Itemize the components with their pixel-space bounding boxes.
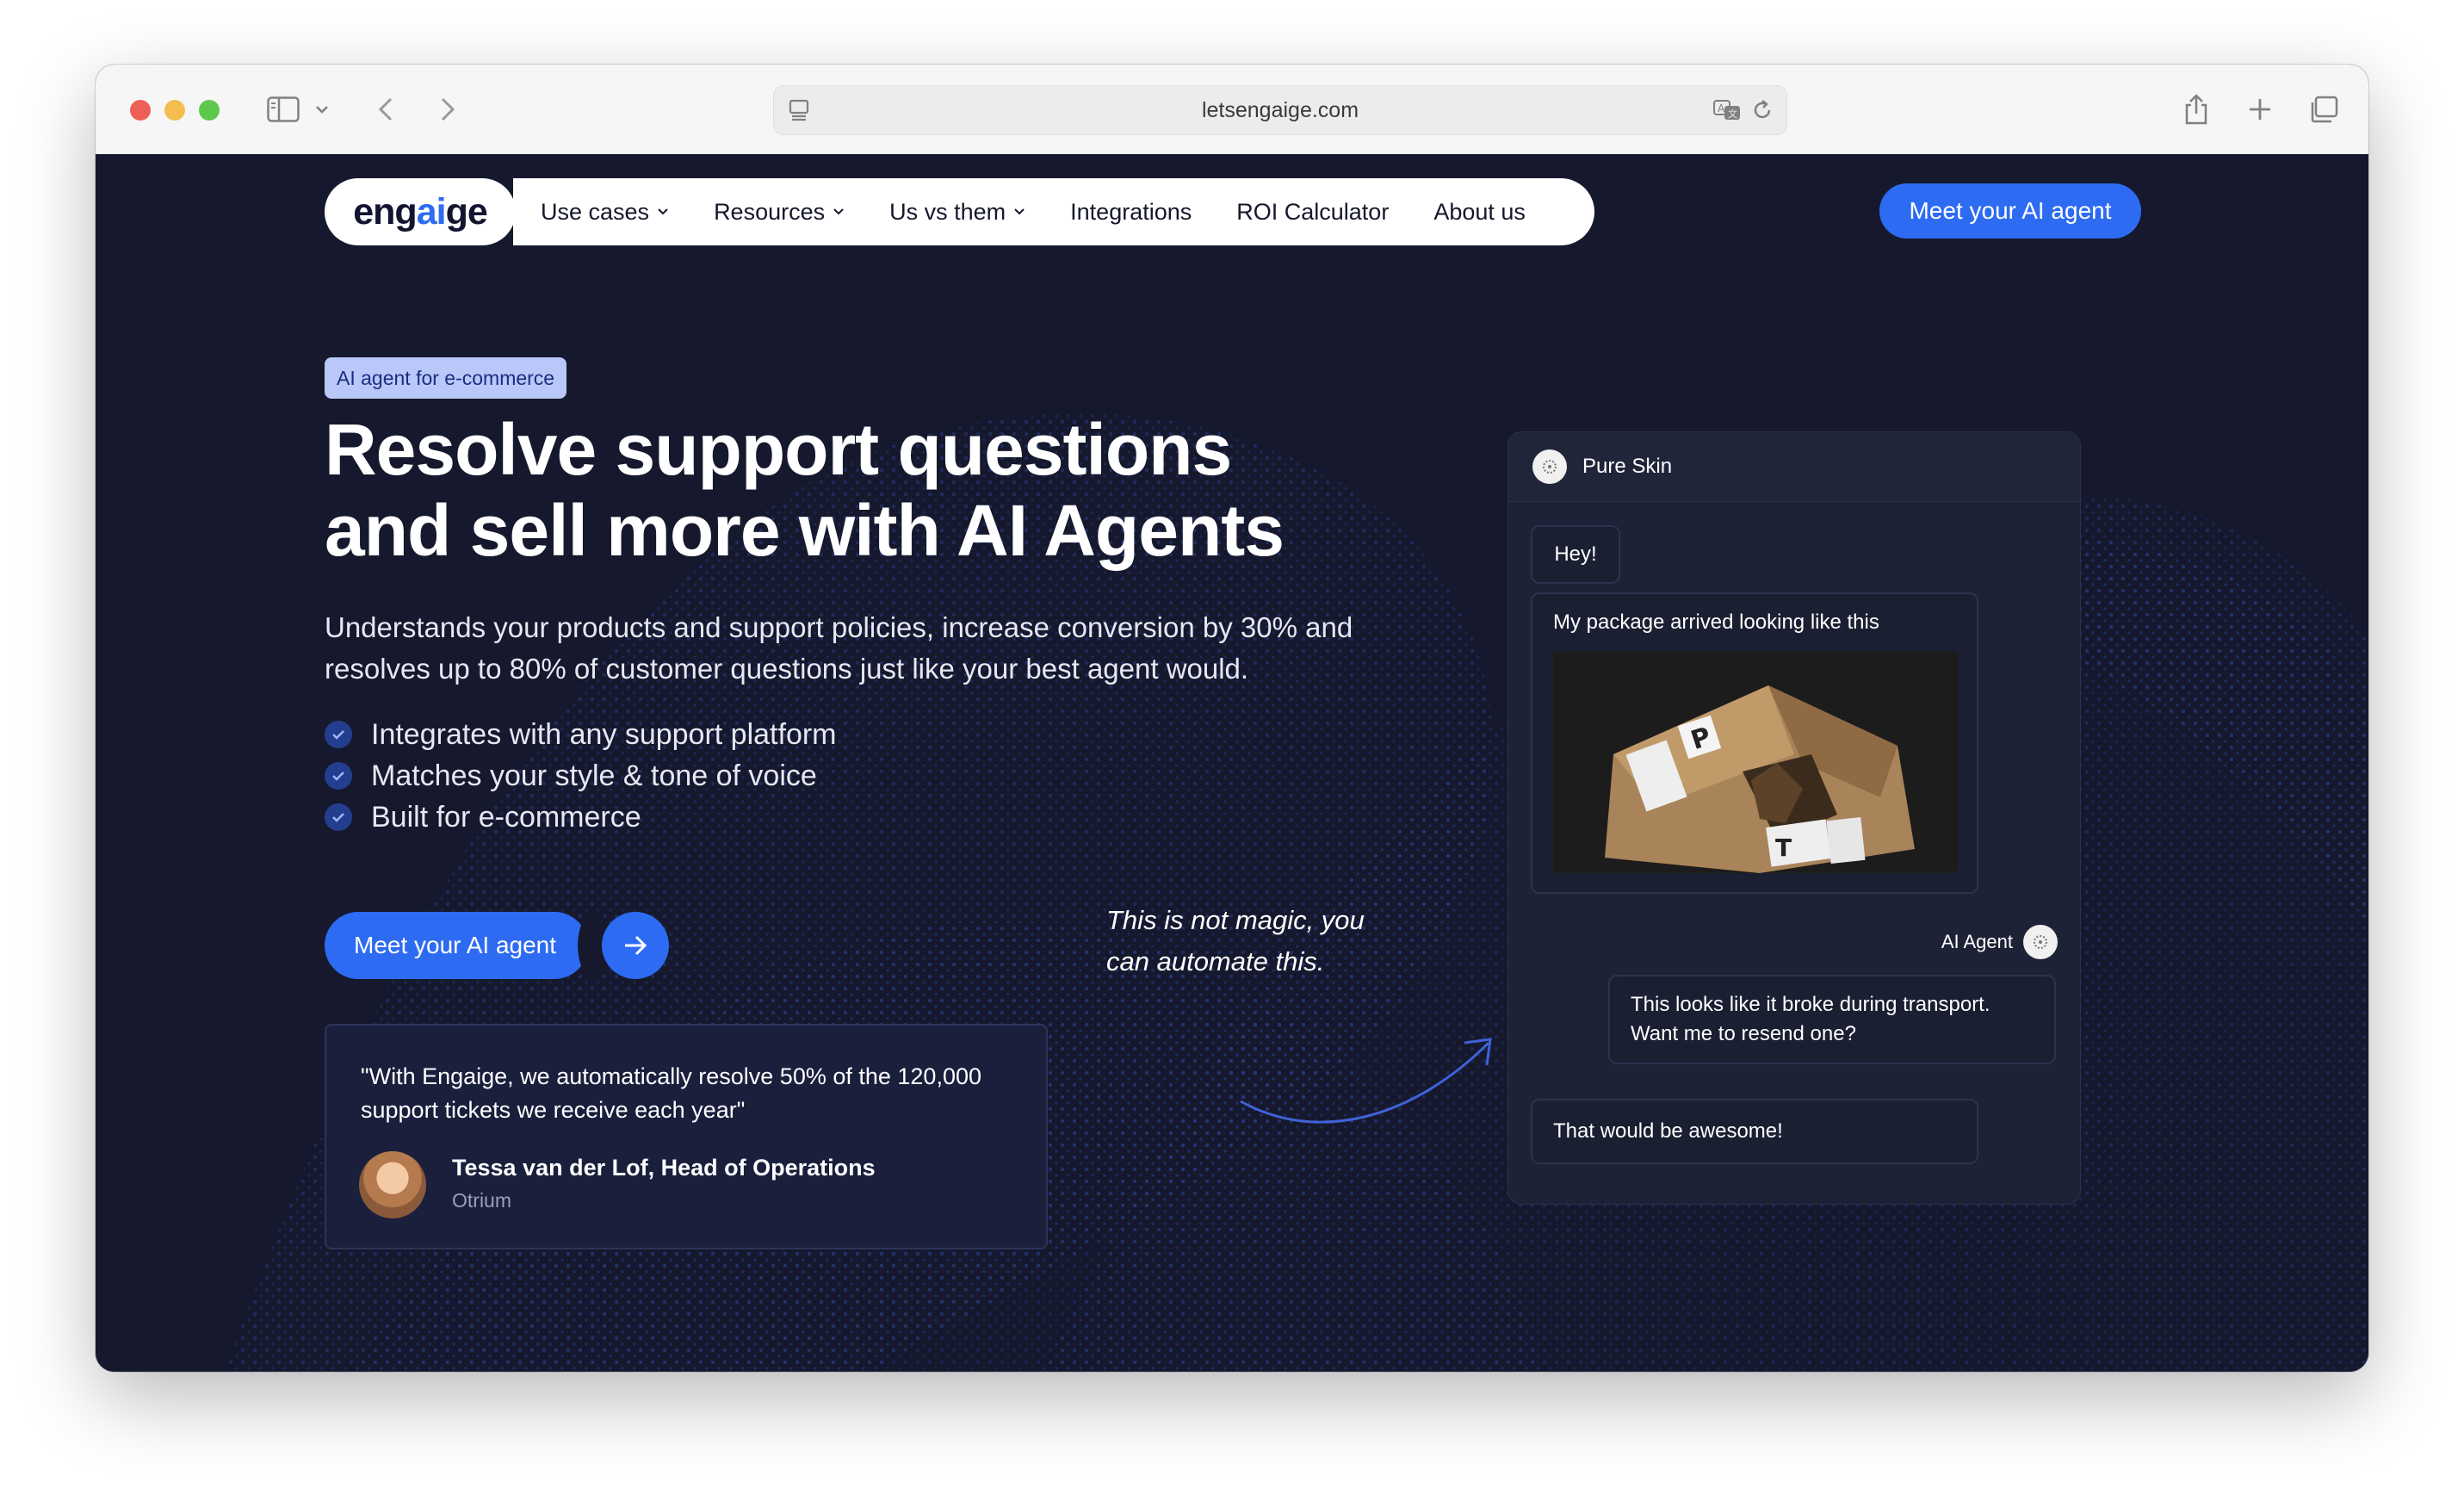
chat-demo-window: Pure Skin Hey! My package arrived lookin…: [1507, 431, 2081, 1205]
nav-item-about-us[interactable]: About us: [1433, 199, 1526, 226]
feature-item: Matches your style & tone of voice: [325, 755, 837, 796]
check-icon: [325, 803, 352, 831]
headline-line-1: Resolve support questions: [325, 409, 1232, 490]
feature-label: Integrates with any support platform: [371, 717, 837, 751]
web-page: eng ai ge Use cases Resources Us vs them I…: [96, 154, 2368, 1372]
nav-item-roi-calculator[interactable]: ROI Calculator: [1236, 199, 1389, 226]
chevron-down-icon: [658, 208, 668, 215]
brand-logo-icon: [1532, 449, 1567, 484]
chevron-down-icon: [833, 208, 844, 215]
hero-headline: Resolve support questions and sell more …: [325, 409, 1358, 571]
nav-item-use-cases[interactable]: Use cases: [541, 199, 669, 226]
agent-label: AI Agent: [1941, 931, 2013, 952]
translate-icon[interactable]: A文: [1712, 97, 1743, 129]
avatar: [359, 1151, 426, 1218]
nav-item-label: Resources: [714, 198, 826, 225]
meet-ai-agent-hero-button[interactable]: Meet your AI agent: [325, 912, 588, 979]
customer-message-with-image: My package arrived looking like this P T: [1531, 592, 1978, 894]
feature-item: Built for e-commerce: [325, 796, 837, 838]
svg-text:T: T: [1775, 834, 1792, 862]
hero-subtitle: Understands your products and support po…: [325, 611, 1353, 685]
nav-item-resources[interactable]: Resources: [714, 199, 845, 226]
sidebar-toggle-icon[interactable]: [264, 90, 302, 128]
chevron-down-icon[interactable]: [313, 90, 331, 128]
minimize-window-button[interactable]: [164, 100, 185, 121]
nav-item-us-vs-them[interactable]: Us vs them: [889, 199, 1025, 226]
share-icon[interactable]: [2179, 90, 2213, 128]
url-text: letsengaige.com: [1201, 97, 1359, 122]
testimonial-author: Tessa van der Lof, Head of Operations: [452, 1155, 876, 1181]
svg-text:文: 文: [1728, 108, 1737, 120]
check-icon: [325, 721, 352, 748]
browser-toolbar: letsengaige.com A文: [96, 65, 2368, 155]
logo-text-end: ge: [445, 190, 488, 232]
meet-ai-agent-nav-button[interactable]: Meet your AI agent: [1879, 183, 2141, 239]
back-icon[interactable]: [373, 90, 399, 128]
testimonial-company: Otrium: [452, 1189, 511, 1212]
main-navigation: Use cases Resources Us vs them Integrati…: [513, 178, 1594, 245]
feature-item: Integrates with any support platform: [325, 714, 837, 755]
feature-list: Integrates with any support platform Mat…: [325, 714, 837, 838]
message-text: My package arrived looking like this: [1553, 611, 1879, 634]
svg-text:A: A: [1718, 102, 1725, 115]
nav-item-label: About us: [1433, 198, 1526, 225]
agent-label-row: AI Agent: [1941, 925, 2058, 959]
headline-line-2: and sell more with AI Agents: [325, 490, 1285, 571]
address-bar[interactable]: letsengaige.com A文: [773, 85, 1787, 135]
nav-item-label: ROI Calculator: [1236, 198, 1390, 225]
check-icon: [325, 762, 352, 790]
chat-header: Pure Skin: [1508, 432, 2080, 502]
nav-item-label: Use cases: [541, 198, 650, 225]
feature-label: Matches your style & tone of voice: [371, 759, 817, 792]
agent-message: This looks like it broke during transpor…: [1608, 975, 2056, 1064]
feature-label: Built for e-commerce: [371, 800, 641, 834]
agent-logo-icon: [2023, 925, 2058, 959]
chat-title: Pure Skin: [1582, 455, 1673, 478]
forward-icon[interactable]: [435, 90, 461, 128]
engaige-logo[interactable]: eng ai ge: [325, 178, 516, 245]
nav-item-label: Us vs them: [889, 198, 1006, 225]
logo-text-start: eng: [353, 190, 417, 232]
page-menu-icon[interactable]: [786, 97, 812, 129]
arrow-right-icon[interactable]: [602, 912, 669, 979]
zoom-window-button[interactable]: [199, 100, 220, 121]
new-tab-icon[interactable]: [2243, 90, 2277, 128]
reload-icon[interactable]: [1750, 97, 1774, 129]
magic-note: This is not magic, you can automate this…: [1106, 905, 1365, 976]
testimonial-quote: "With Engaige, we automatically resolve …: [361, 1063, 981, 1123]
nav-item-integrations[interactable]: Integrations: [1070, 199, 1192, 226]
browser-window: letsengaige.com A文 eng ai ge Use cases R…: [96, 65, 2368, 1372]
logo-text-ai: ai: [416, 190, 447, 232]
customer-message: Hey!: [1531, 525, 1620, 584]
customer-message: That would be awesome!: [1531, 1099, 1978, 1164]
nav-item-label: Integrations: [1070, 198, 1192, 225]
close-window-button[interactable]: [130, 100, 151, 121]
chevron-down-icon: [1014, 208, 1025, 215]
tab-overview-icon[interactable]: [2306, 90, 2341, 128]
category-badge: AI agent for e-commerce: [325, 357, 567, 399]
damaged-package-photo: P T: [1553, 651, 1958, 873]
testimonial-card: "With Engaige, we automatically resolve …: [325, 1024, 1048, 1249]
